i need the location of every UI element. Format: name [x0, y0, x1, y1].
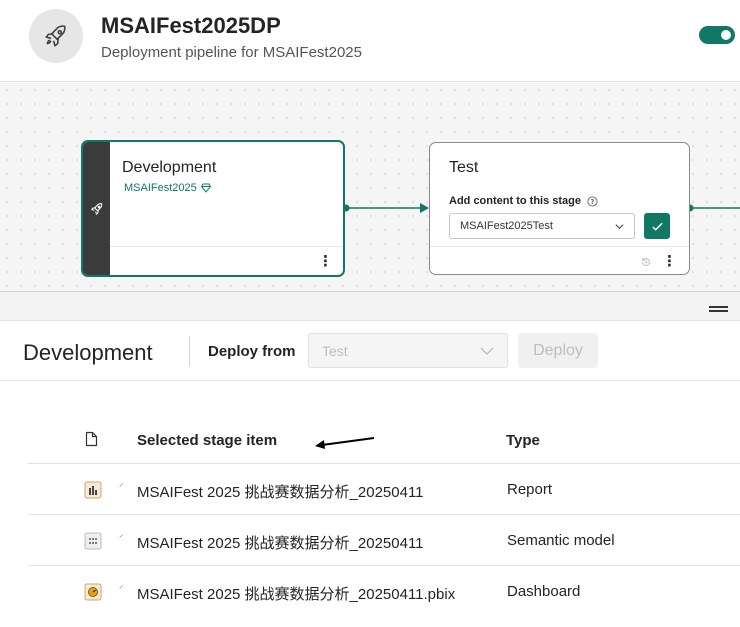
- stage-heading: Development: [23, 340, 153, 365]
- arrow-annotation: [315, 437, 375, 449]
- item-type: Dashboard: [507, 583, 581, 600]
- column-header-item[interactable]: Selected stage item: [137, 432, 277, 449]
- table-row[interactable]: ⸝ MSAIFest 2025 挑战赛数据分析_20250411 Semanti…: [28, 516, 740, 566]
- drag-handle-icon[interactable]: [709, 306, 728, 312]
- deploy-from-value: Test: [322, 343, 348, 359]
- stage-workspace-name: MSAIFest2025: [124, 182, 197, 194]
- workspace-select-value: MSAIFest2025Test: [460, 220, 553, 232]
- dashboard-icon: [84, 583, 102, 601]
- diamond-icon: [200, 183, 211, 193]
- help-icon[interactable]: ?: [587, 195, 598, 207]
- pipeline-subtitle: Deployment pipeline for MSAIFest2025: [101, 44, 362, 61]
- table-header: Selected stage item Type: [28, 420, 740, 464]
- stage-name: Development: [122, 159, 217, 176]
- column-header-type[interactable]: Type: [506, 432, 540, 449]
- pipeline-toggle[interactable]: [699, 26, 735, 44]
- add-content-label: Add content to this stage ?: [449, 195, 598, 207]
- rocket-icon: [90, 202, 102, 215]
- chevron-down-icon: [615, 224, 624, 230]
- confirm-workspace-button[interactable]: [644, 213, 670, 239]
- deploy-from-label: Deploy from: [208, 343, 296, 360]
- stage-name: Test: [449, 159, 479, 176]
- item-name: MSAIFest 2025 挑战赛数据分析_20250411: [137, 535, 424, 552]
- toolbar-divider: [189, 336, 190, 366]
- pipeline-title: MSAIFest2025DP: [101, 13, 281, 38]
- pipeline-canvas: Development MSAIFest2025 ⋮ Test Add cont…: [0, 83, 740, 291]
- semantic-model-icon: [84, 532, 102, 550]
- item-name: MSAIFest 2025 挑战赛数据分析_20250411.pbix: [137, 586, 456, 603]
- pipeline-logo: [29, 9, 83, 63]
- workspace-select[interactable]: MSAIFest2025Test: [449, 213, 635, 239]
- pipeline-header: MSAIFest2025DP Deployment pipeline for M…: [0, 0, 740, 82]
- more-options-icon[interactable]: ⋮: [318, 254, 333, 269]
- stage-workspace-link[interactable]: MSAIFest2025: [124, 182, 211, 194]
- stage-strip: [83, 142, 110, 275]
- item-type: Report: [507, 481, 553, 498]
- report-icon: [84, 481, 102, 499]
- link-icon: ⸝: [119, 529, 124, 539]
- table-row[interactable]: ⸝ MSAIFest 2025 挑战赛数据分析_20250411 Report: [28, 465, 740, 515]
- stage-card-development[interactable]: Development MSAIFest2025 ⋮: [81, 140, 345, 277]
- more-options-icon[interactable]: ⋮: [662, 254, 677, 269]
- deploy-button[interactable]: Deploy: [518, 333, 598, 368]
- rocket-icon: [45, 25, 66, 47]
- toggle-knob: [721, 30, 731, 40]
- history-icon[interactable]: [640, 256, 652, 268]
- deploy-from-select[interactable]: Test: [308, 333, 508, 368]
- file-icon: [85, 431, 98, 447]
- link-icon: ⸝: [119, 478, 124, 488]
- panel-splitter[interactable]: [0, 291, 740, 321]
- add-content-text: Add content to this stage: [449, 195, 581, 207]
- svg-text:?: ?: [591, 197, 595, 205]
- card-divider: [110, 246, 343, 247]
- chevron-down-icon: [480, 347, 494, 355]
- stage-card-test[interactable]: Test Add content to this stage ? MSAIFes…: [429, 142, 690, 275]
- checkmark-icon: [651, 222, 663, 231]
- stage-toolbar: Development Deploy from Test Deploy: [0, 322, 740, 381]
- item-name: MSAIFest 2025 挑战赛数据分析_20250411: [137, 484, 424, 501]
- link-icon: ⸝: [119, 580, 124, 590]
- item-type: Semantic model: [507, 532, 615, 549]
- table-row[interactable]: ⸝ MSAIFest 2025 挑战赛数据分析_20250411.pbix Da…: [28, 567, 740, 617]
- card-divider: [430, 246, 689, 247]
